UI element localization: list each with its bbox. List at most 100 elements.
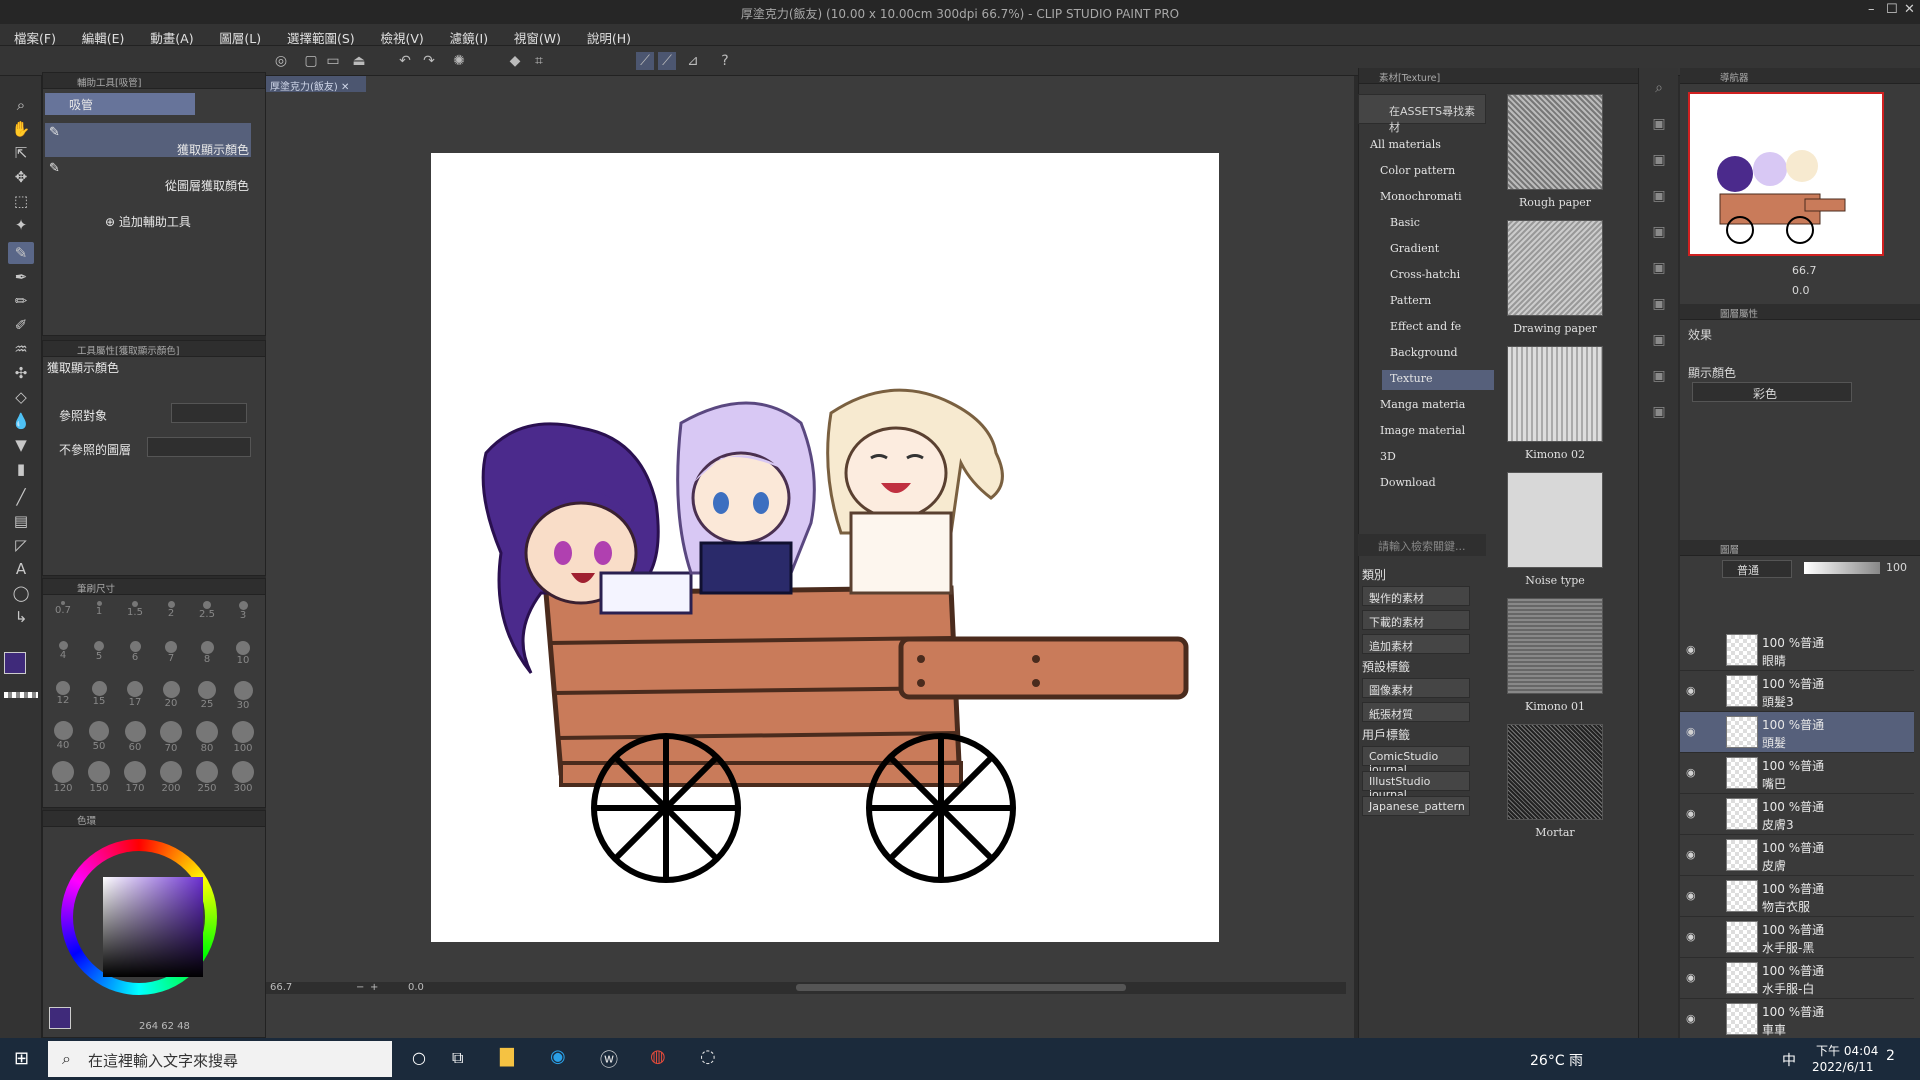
- material-tree-item[interactable]: Gradient: [1382, 240, 1494, 260]
- new-file-icon[interactable]: ▢: [302, 52, 320, 70]
- visibility-eye-icon[interactable]: ◉: [1686, 725, 1696, 738]
- visibility-eye-icon[interactable]: ◉: [1686, 1012, 1696, 1025]
- blend-tool-icon[interactable]: 💧: [8, 410, 34, 432]
- category-button[interactable]: 製作的素材: [1362, 586, 1470, 606]
- layer-row[interactable]: ◉ 100 %普通 水手服-黑: [1680, 917, 1914, 958]
- brush-size-cell[interactable]: 300: [229, 761, 257, 794]
- brush-size-cell[interactable]: 150: [85, 761, 113, 794]
- brush-size-cell[interactable]: 200: [157, 761, 185, 794]
- visibility-eye-icon[interactable]: ◉: [1686, 766, 1696, 779]
- file-explorer-icon[interactable]: ▇: [500, 1046, 514, 1067]
- snap-grid-icon[interactable]: ⊿: [684, 52, 702, 70]
- brush-size-cell[interactable]: 1.5: [121, 601, 149, 618]
- maximize-button[interactable]: ☐: [1886, 2, 1898, 17]
- brush-size-cell[interactable]: 100: [229, 721, 257, 754]
- menu-window[interactable]: 視窗(W): [500, 24, 569, 47]
- task-view-icon[interactable]: ⧉: [452, 1048, 463, 1068]
- material-tree-item[interactable]: Pattern: [1382, 292, 1494, 312]
- color-mode-select[interactable]: 彩色: [1692, 382, 1852, 402]
- panel-icon[interactable]: ▣: [1647, 188, 1671, 208]
- brush-size-cell[interactable]: 60: [121, 721, 149, 753]
- frame-tool-icon[interactable]: ▤: [8, 510, 34, 532]
- category-button[interactable]: 追加素材: [1362, 634, 1470, 654]
- blend-mode-select[interactable]: 普通: [1722, 560, 1792, 578]
- airbrush-tool-icon[interactable]: ♒: [8, 338, 34, 360]
- assets-search-button[interactable]: 在ASSETS尋找素材: [1358, 94, 1486, 134]
- weather-readout[interactable]: 26°C 雨: [1530, 1050, 1583, 1070]
- material-tree-item[interactable]: Download: [1372, 474, 1484, 494]
- transform-icon[interactable]: ⌗: [530, 52, 548, 70]
- brush-size-cell[interactable]: 4: [49, 641, 77, 661]
- brush-size-cell[interactable]: 12: [49, 681, 77, 706]
- material-thumbnail[interactable]: [1507, 472, 1603, 568]
- redo-icon[interactable]: ↷: [420, 52, 438, 70]
- brush-size-cell[interactable]: 250: [193, 761, 221, 794]
- material-tree-item[interactable]: Texture: [1382, 370, 1494, 390]
- move-layer-icon[interactable]: ✥: [8, 166, 34, 188]
- minimize-button[interactable]: –: [1868, 2, 1875, 17]
- eyedropper-tool-icon[interactable]: ✎: [8, 242, 34, 264]
- chrome-icon[interactable]: ◍: [650, 1046, 666, 1067]
- material-thumbnail[interactable]: [1507, 220, 1603, 316]
- decoration-tool-icon[interactable]: ✣: [8, 362, 34, 384]
- clip-studio-icon[interactable]: ◎: [272, 52, 290, 70]
- sub-tool-item-layer-color[interactable]: ✎ 從圖層獲取顏色: [45, 159, 251, 193]
- pen-tool-icon[interactable]: ✒: [8, 266, 34, 288]
- not-ref-layer-selector[interactable]: [147, 437, 251, 457]
- close-button[interactable]: ✕: [1904, 2, 1915, 17]
- material-tree-item[interactable]: Manga materia: [1372, 396, 1484, 416]
- category-button[interactable]: IllustStudio journal: [1362, 771, 1470, 801]
- material-tree-item[interactable]: Basic: [1382, 214, 1494, 234]
- reference-selector[interactable]: [171, 403, 247, 423]
- brush-tool-icon[interactable]: ✐: [8, 314, 34, 336]
- zoom-in-icon[interactable]: +: [370, 982, 378, 993]
- ime-indicator[interactable]: 中: [1782, 1050, 1796, 1070]
- menu-layer[interactable]: 圖層(L): [205, 24, 269, 47]
- layer-row[interactable]: ◉ 100 %普通 車車: [1680, 999, 1914, 1040]
- material-tree-item[interactable]: Effect and fe: [1382, 318, 1494, 338]
- material-tree-item[interactable]: Cross-hatchi: [1382, 266, 1494, 286]
- open-file-icon[interactable]: ▭: [324, 52, 342, 70]
- material-thumbnail[interactable]: [1507, 724, 1603, 820]
- brush-size-cell[interactable]: 6: [121, 641, 149, 663]
- material-tree-item[interactable]: 3D: [1372, 448, 1484, 468]
- clock-date[interactable]: 2022/6/11: [1812, 1060, 1874, 1074]
- snap-ruler-icon[interactable]: ⟋: [636, 52, 654, 70]
- brush-size-cell[interactable]: 40: [49, 721, 77, 751]
- visibility-eye-icon[interactable]: ◉: [1686, 684, 1696, 697]
- panel-icon[interactable]: ▣: [1647, 260, 1671, 280]
- text-tool-icon[interactable]: A: [8, 558, 34, 580]
- clip-studio-taskbar-icon[interactable]: ◌: [700, 1046, 716, 1067]
- help-icon[interactable]: ?: [716, 52, 734, 70]
- menu-animation[interactable]: 動畫(A): [136, 24, 201, 47]
- fill-icon[interactable]: ◆: [506, 52, 524, 70]
- auto-select-icon[interactable]: ✦: [8, 214, 34, 236]
- category-button[interactable]: Japanese_pattern: [1362, 796, 1470, 816]
- material-tree-item[interactable]: All materials: [1362, 136, 1474, 156]
- brush-size-cell[interactable]: 1: [85, 601, 113, 617]
- main-color-swatch[interactable]: [4, 652, 26, 674]
- hand-tool-icon[interactable]: ✋: [8, 118, 34, 140]
- panel-icon[interactable]: ▣: [1647, 152, 1671, 172]
- visibility-eye-icon[interactable]: ◉: [1686, 889, 1696, 902]
- sub-tool-group-tab[interactable]: 吸管: [45, 93, 195, 115]
- menu-filter[interactable]: 濾鏡(I): [436, 24, 496, 47]
- notification-count[interactable]: 2: [1886, 1048, 1895, 1064]
- eraser-tool-icon[interactable]: ◇: [8, 386, 34, 408]
- category-button[interactable]: 下載的素材: [1362, 610, 1470, 630]
- document-tab[interactable]: 厚塗克力(飯友) ✕: [266, 76, 366, 93]
- layer-row[interactable]: ◉ 100 %普通 物吉衣服: [1680, 876, 1914, 917]
- save-icon[interactable]: ⏏: [350, 52, 368, 70]
- brush-size-cell[interactable]: 80: [193, 721, 221, 754]
- material-tree-item[interactable]: Monochromati: [1372, 188, 1484, 208]
- panel-icon[interactable]: ▣: [1647, 296, 1671, 316]
- brush-size-cell[interactable]: 120: [49, 761, 77, 794]
- layer-row[interactable]: ◉ 100 %普通 水手服-白: [1680, 958, 1914, 999]
- operation-tool-icon[interactable]: ⇱: [8, 142, 34, 164]
- panel-icon[interactable]: ▣: [1647, 404, 1671, 424]
- brush-size-cell[interactable]: 3: [229, 601, 257, 621]
- undo-icon[interactable]: ↶: [396, 52, 414, 70]
- cortana-icon[interactable]: ○: [412, 1048, 426, 1067]
- panel-icon[interactable]: ▣: [1647, 116, 1671, 136]
- material-thumbnail[interactable]: [1507, 346, 1603, 442]
